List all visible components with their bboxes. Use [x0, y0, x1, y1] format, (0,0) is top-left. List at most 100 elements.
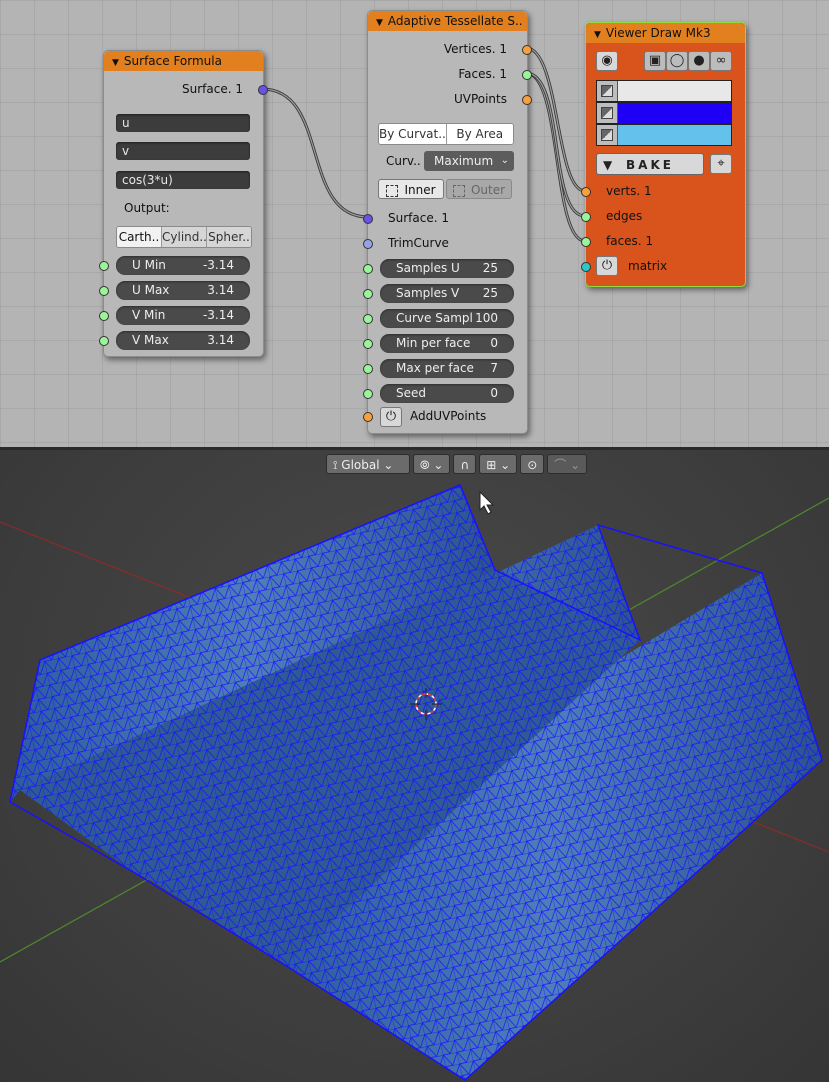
verts-input-socket[interactable]: [581, 187, 591, 197]
u-min-field[interactable]: U Min -3.14: [116, 256, 250, 275]
outer-toggle[interactable]: Outer: [446, 179, 512, 199]
samples-u-socket[interactable]: [363, 264, 373, 274]
samples-v-socket[interactable]: [363, 289, 373, 299]
formula-z-field[interactable]: cos(3*u): [116, 171, 250, 189]
plug-icon[interactable]: ⏻: [596, 256, 618, 276]
eye-icon[interactable]: ◉: [596, 51, 618, 71]
v-max-socket[interactable]: [99, 336, 109, 346]
sphere-icon[interactable]: ●: [688, 51, 710, 71]
u-max-value: 3.14: [207, 283, 234, 297]
proportional-falloff-dropdown[interactable]: ⌒ ⌄: [547, 454, 588, 474]
circle-icon[interactable]: ◯: [666, 51, 688, 71]
add-uv-points-socket[interactable]: [363, 412, 373, 422]
curvature-type-value: Maximum: [434, 154, 494, 168]
mode-by-curvature[interactable]: By Curvat..: [379, 124, 447, 144]
uvpoints-output-label: UVPoints: [453, 92, 507, 106]
u-min-value: -3.14: [202, 258, 234, 272]
mode-spherical[interactable]: Spher..: [207, 227, 251, 247]
surface-formula-node[interactable]: ▼ Surface Formula Surface. 1 u v cos(3*u)…: [99, 50, 268, 357]
inner-label: Inner: [404, 183, 436, 197]
edges-input-socket[interactable]: [581, 212, 591, 222]
faces-input-label: faces. 1: [606, 234, 654, 248]
snap-icon[interactable]: ⌖: [710, 154, 732, 174]
uvpoints-output-socket[interactable]: [522, 95, 532, 105]
u-max-socket[interactable]: [99, 286, 109, 296]
faces-output-socket[interactable]: [522, 70, 532, 80]
collapse-triangle-icon[interactable]: ▼: [376, 18, 383, 28]
mode-by-area[interactable]: By Area: [446, 124, 513, 144]
seed-field[interactable]: Seed 0: [380, 384, 514, 403]
collapse-triangle-icon[interactable]: ▼: [112, 58, 119, 68]
edge-color-swatch[interactable]: [596, 102, 732, 124]
curvature-type-dropdown[interactable]: Maximum ⌄: [424, 151, 514, 171]
u-max-field[interactable]: U Max 3.14: [116, 281, 250, 300]
node-editor[interactable]: ▼ Surface Formula Surface. 1 u v cos(3*u)…: [0, 0, 829, 447]
surface-formula-header[interactable]: ▼ Surface Formula: [104, 51, 263, 71]
vertices-output-socket[interactable]: [522, 45, 532, 55]
coordinate-mode-selector[interactable]: Carth.. Cylind.. Spher..: [116, 226, 252, 248]
mode-carthesian[interactable]: Carth..: [117, 227, 162, 247]
transform-orientation-dropdown[interactable]: ⟟ Global ⌄: [326, 454, 410, 474]
v-max-field[interactable]: V Max 3.14: [116, 331, 250, 350]
adaptive-tessellate-header[interactable]: ▼ Adaptive Tessellate S..: [368, 11, 527, 31]
faces-input-socket[interactable]: [581, 237, 591, 247]
min-per-face-socket[interactable]: [363, 339, 373, 349]
node-title: Viewer Draw Mk3: [605, 26, 711, 40]
max-per-face-value: 7: [490, 361, 498, 375]
proportional-editing-toggle[interactable]: ⊙: [520, 454, 545, 474]
face-color-swatch[interactable]: [596, 124, 732, 146]
samples-v-label: Samples V: [396, 286, 460, 300]
snap-target-dropdown[interactable]: ⊞ ⌄: [479, 454, 518, 474]
max-per-face-socket[interactable]: [363, 364, 373, 374]
samples-u-field[interactable]: Samples U 25: [380, 259, 514, 278]
samples-v-field[interactable]: Samples V 25: [380, 284, 514, 303]
adaptive-tessellate-node[interactable]: ▼ Adaptive Tessellate S.. Vertices. 1 Fac…: [363, 10, 532, 434]
trimcurve-input-label: TrimCurve: [388, 236, 449, 250]
vertices-output-label: Vertices. 1: [443, 42, 507, 56]
vertex-color-swatch[interactable]: [596, 80, 732, 102]
trimcurve-input-socket[interactable]: [363, 239, 373, 249]
v-min-field[interactable]: V Min -3.14: [116, 306, 250, 325]
viewer-draw-header[interactable]: ▼ Viewer Draw Mk3: [586, 23, 745, 43]
proportional-icon: ⊙: [527, 458, 538, 472]
cube-icon[interactable]: ▣: [644, 51, 666, 71]
samples-v-value: 25: [482, 286, 498, 300]
link-icon[interactable]: ∞: [710, 51, 732, 71]
u-min-socket[interactable]: [99, 261, 109, 271]
bake-button[interactable]: ▼ BAKE: [596, 153, 704, 175]
curve-samples-value: 100: [475, 311, 498, 325]
inner-toggle[interactable]: Inner: [378, 179, 444, 199]
formula-y-field[interactable]: v: [116, 142, 250, 160]
viewer-draw-node[interactable]: ▼ Viewer Draw Mk3 ◉ ▣ ◯ ● ∞ ▼ BAKE ⌖ verts…: [581, 22, 746, 287]
samples-u-label: Samples U: [396, 261, 460, 275]
bake-label: BAKE: [626, 158, 674, 172]
pivot-point-dropdown[interactable]: ⦾ ⌄: [413, 454, 451, 474]
formula-x-field[interactable]: u: [116, 114, 250, 132]
min-per-face-field[interactable]: Min per face 0: [380, 334, 514, 353]
viewport-header: ⟟ Global ⌄ ⦾ ⌄ ∩ ⊞ ⌄ ⊙ ⌒ ⌄: [326, 454, 588, 476]
dropdown-arrow-icon: ⌄: [500, 155, 509, 166]
mode-cylindrical[interactable]: Cylind..: [162, 227, 207, 247]
node-title: Adaptive Tessellate S..: [387, 14, 523, 28]
orientation-icon: ⟟: [333, 458, 338, 472]
surface-input-socket[interactable]: [363, 214, 373, 224]
mouse-pointer-icon: [479, 490, 495, 515]
3d-viewport[interactable]: ⟟ Global ⌄ ⦾ ⌄ ∩ ⊞ ⌄ ⊙ ⌒ ⌄: [0, 450, 829, 1082]
matrix-input-socket[interactable]: [581, 262, 591, 272]
v-min-socket[interactable]: [99, 311, 109, 321]
seed-socket[interactable]: [363, 389, 373, 399]
edge-icon: [597, 103, 618, 123]
viewport-scene[interactable]: [0, 450, 829, 1082]
max-per-face-field[interactable]: Max per face 7: [380, 359, 514, 378]
collapse-triangle-icon[interactable]: ▼: [594, 30, 601, 40]
wire-edges: [525, 71, 586, 218]
surface-output-socket[interactable]: [258, 85, 268, 95]
plug-icon[interactable]: ⏻: [380, 407, 402, 427]
snap-toggle[interactable]: ∩: [453, 454, 477, 474]
inner-icon: [386, 184, 399, 197]
tessellate-mode-selector[interactable]: By Curvat.. By Area: [378, 123, 514, 145]
curve-samples-socket[interactable]: [363, 314, 373, 324]
curve-samples-field[interactable]: Curve Sampl 100: [380, 309, 514, 328]
orientation-value: Global: [341, 458, 380, 472]
seed-value: 0: [490, 386, 498, 400]
